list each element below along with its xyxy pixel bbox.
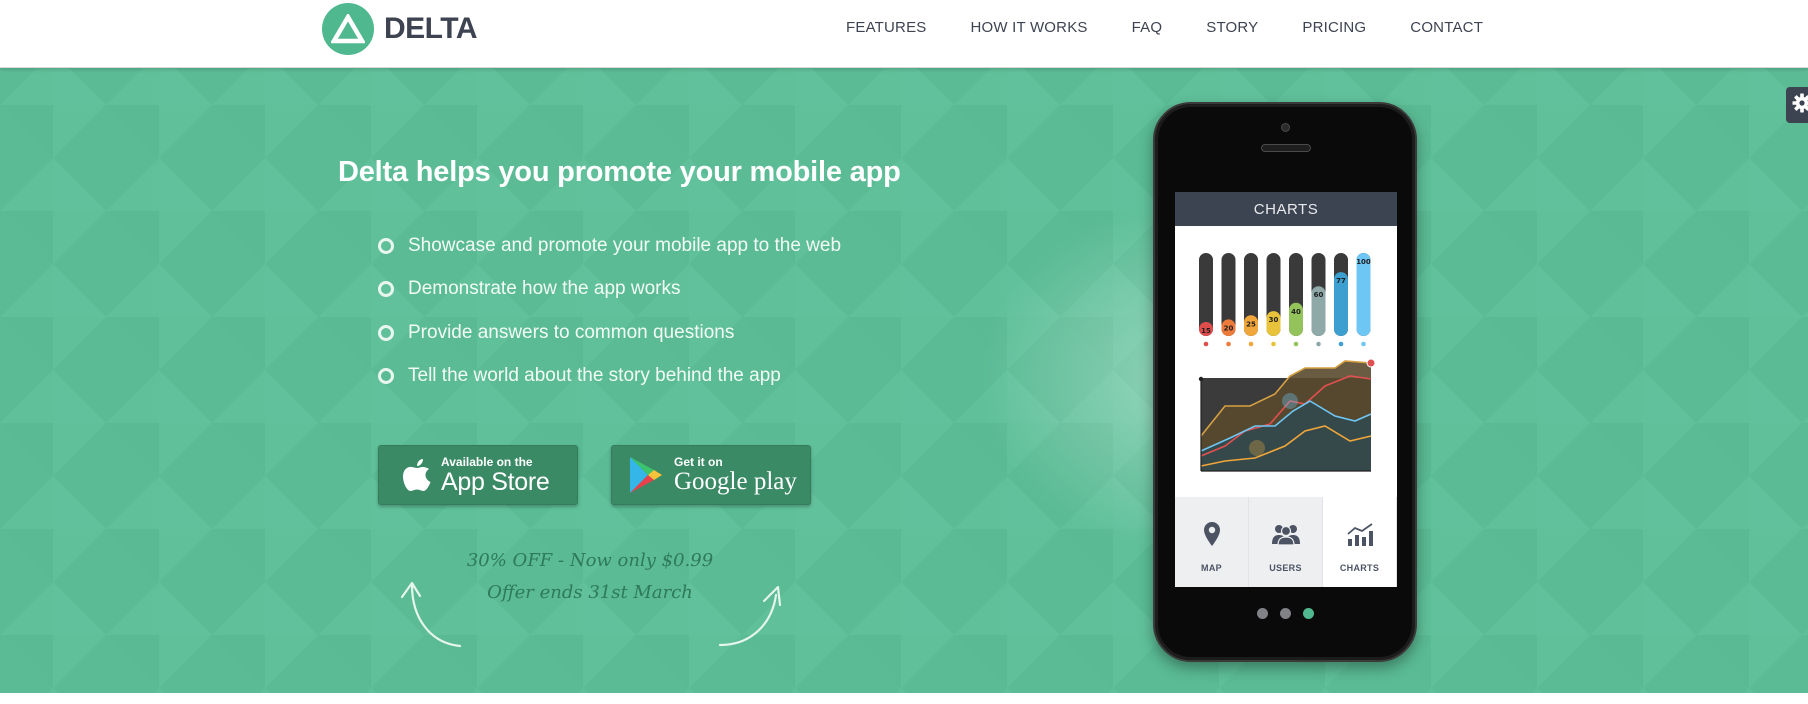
- app-store-button[interactable]: Available on the App Store: [378, 445, 578, 505]
- logo-triangle-icon: [322, 3, 374, 55]
- offer-price: 30% OFF - Now only $0.99: [466, 550, 714, 571]
- bar-legend-dot: [1203, 341, 1209, 347]
- feature-item: Demonstrate how the app works: [378, 268, 841, 312]
- phone-screen: CHARTS 15 20 25 30 40 60 77 100 MAP USER…: [1175, 192, 1397, 587]
- bullet-ring-icon: [378, 324, 394, 341]
- bar-value-label: 40: [1291, 308, 1301, 316]
- phone-mockup: CHARTS 15 20 25 30 40 60 77 100 MAP USER…: [1153, 102, 1417, 662]
- slider-dots: [1155, 608, 1415, 619]
- nav-how-it-works[interactable]: HOW IT WORKS: [971, 19, 1088, 36]
- bullet-ring-icon: [378, 237, 394, 254]
- nav-story[interactable]: STORY: [1206, 19, 1258, 36]
- bar-value-label: 60: [1314, 291, 1324, 299]
- area-chart: [1198, 358, 1376, 472]
- chart-icon: [1346, 519, 1374, 549]
- phone-camera: [1281, 123, 1290, 132]
- feature-item: Showcase and promote your mobile app to …: [378, 224, 841, 268]
- slide-dot[interactable]: [1279, 608, 1291, 619]
- google-play-button[interactable]: Get it on Google play: [611, 445, 811, 505]
- bar-value-label: 30: [1269, 316, 1279, 324]
- hero-title: Delta helps you promote your mobile app: [338, 156, 901, 188]
- bar-legend-dot: [1226, 341, 1231, 347]
- bar-legend-dot: [1361, 341, 1366, 347]
- bar-legend-dot: [1271, 341, 1276, 347]
- bullet-ring-icon: [378, 281, 394, 298]
- bar-value-label: 77: [1336, 277, 1346, 285]
- settings-button[interactable]: [1786, 87, 1808, 123]
- gear-icon: [1792, 93, 1808, 118]
- logo[interactable]: DELTA: [322, 3, 478, 55]
- map-pin-icon: [1203, 519, 1221, 549]
- bar-chart: 15 20 25 30 40 60 77 100: [1199, 253, 1371, 347]
- apple-icon: [403, 458, 431, 492]
- offer-text: 30% OFF - Now only $0.99 Offer ends 31st…: [440, 545, 740, 609]
- bar-value-label: 100: [1356, 258, 1371, 266]
- screen-tab-bar: MAP USERS CHARTS: [1175, 497, 1397, 587]
- slide-dot[interactable]: [1256, 608, 1268, 619]
- nav-faq[interactable]: FAQ: [1132, 19, 1163, 36]
- bar-legend-dot: [1338, 341, 1344, 347]
- screen-charts: 15 20 25 30 40 60 77 100: [1198, 253, 1376, 472]
- bullet-ring-icon: [378, 368, 394, 385]
- nav-features[interactable]: FEATURES: [846, 19, 927, 36]
- nav-pricing[interactable]: PRICING: [1302, 19, 1366, 36]
- nav-contact[interactable]: CONTACT: [1410, 19, 1483, 36]
- main-nav: FEATURES HOW IT WORKS FAQ STORY PRICING …: [846, 19, 1483, 36]
- offer-end-date: Offer ends 31st March: [487, 582, 693, 603]
- phone-speaker: [1261, 144, 1311, 152]
- google-play-big-label: Google play: [674, 467, 797, 495]
- google-play-icon: [628, 456, 664, 494]
- app-store-big-label: App Store: [441, 467, 550, 496]
- bar-legend-dot: [1248, 341, 1254, 347]
- diamond-pattern: [0, 68, 1808, 693]
- google-play-small-label: Get it on: [674, 454, 723, 469]
- logo-text: DELTA: [384, 12, 478, 45]
- tab-users[interactable]: USERS: [1249, 497, 1323, 587]
- screen-title: CHARTS: [1175, 192, 1397, 226]
- app-store-small-label: Available on the: [441, 454, 533, 469]
- tab-map[interactable]: MAP: [1175, 497, 1249, 587]
- site-header: DELTA FEATURES HOW IT WORKS FAQ STORY PR…: [0, 0, 1808, 68]
- feature-item: Tell the world about the story behind th…: [378, 355, 841, 399]
- users-icon: [1271, 519, 1301, 549]
- bar-value-label: 25: [1246, 320, 1256, 328]
- bar-legend-dot: [1316, 341, 1321, 347]
- section-divider: [0, 693, 1808, 704]
- hero-section: Delta helps you promote your mobile app …: [0, 68, 1808, 693]
- bar-value-label: 15: [1201, 327, 1211, 335]
- tab-charts[interactable]: CHARTS: [1323, 497, 1397, 587]
- bar-legend-dot: [1293, 341, 1299, 347]
- feature-item: Provide answers to common questions: [378, 311, 841, 355]
- feature-list: Showcase and promote your mobile app to …: [378, 224, 841, 398]
- bar-value-label: 20: [1224, 324, 1234, 332]
- slide-dot-active[interactable]: [1302, 608, 1314, 619]
